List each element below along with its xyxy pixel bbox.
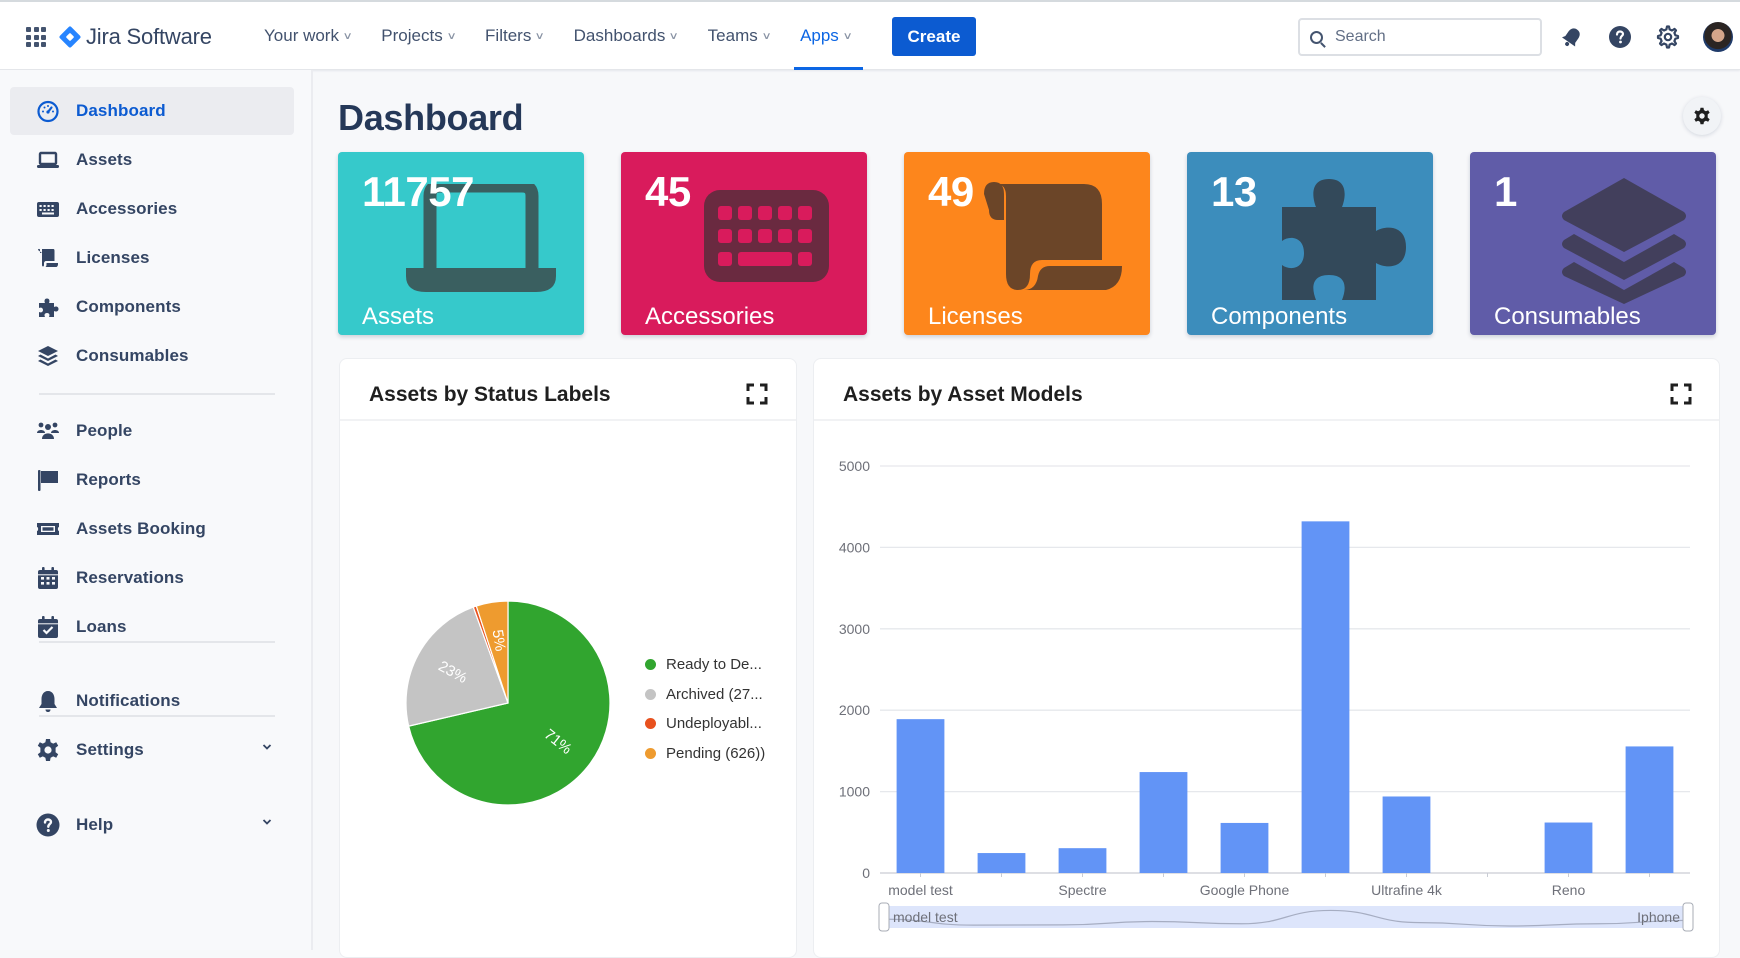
datazoom-handle-left[interactable]: [878, 902, 890, 932]
stat-value: 13: [1211, 168, 1257, 215]
stat-label: Accessories: [645, 303, 775, 330]
x-tick-label: Spectre: [1058, 882, 1106, 898]
y-tick-label: 2000: [839, 702, 870, 718]
bar[interactable]: [1625, 746, 1674, 873]
y-tick-label: 0: [862, 865, 870, 881]
x-tick-label: model test: [888, 882, 953, 898]
y-tick-label: 4000: [839, 539, 870, 555]
x-tick-label: Ultrafine 4k: [1371, 882, 1443, 898]
bar[interactable]: [1139, 772, 1188, 873]
bar[interactable]: [1301, 521, 1350, 873]
asset-models-bar-chart: 0 1000 2000 3000 4000 5000 model test Spectre Go…: [839, 458, 1694, 932]
stat-value: 1: [1494, 168, 1517, 215]
datazoom-handle-right[interactable]: [1682, 902, 1694, 932]
x-tick-label: Reno: [1552, 882, 1586, 898]
bar[interactable]: [1220, 822, 1269, 873]
y-tick-label: 1000: [839, 784, 870, 800]
datazoom-start-label: model test: [893, 909, 958, 925]
y-tick-label: 5000: [839, 458, 870, 474]
stat-label: Licenses: [928, 303, 1023, 330]
bar[interactable]: [1544, 822, 1593, 873]
stat-label: Consumables: [1494, 303, 1641, 330]
stat-label: Assets: [362, 303, 435, 330]
bar[interactable]: [1058, 848, 1107, 873]
stat-value: 45: [645, 168, 691, 215]
bar[interactable]: [1382, 796, 1431, 873]
datazoom-end-label: Iphone: [1637, 909, 1680, 925]
bar[interactable]: [977, 853, 1026, 873]
stat-value: 49: [928, 168, 974, 215]
stat-value: 11757: [362, 168, 474, 215]
y-tick-label: 3000: [839, 621, 870, 637]
bar[interactable]: [896, 719, 945, 873]
x-tick-label: Google Phone: [1200, 882, 1290, 898]
stat-label: Components: [1211, 303, 1348, 330]
